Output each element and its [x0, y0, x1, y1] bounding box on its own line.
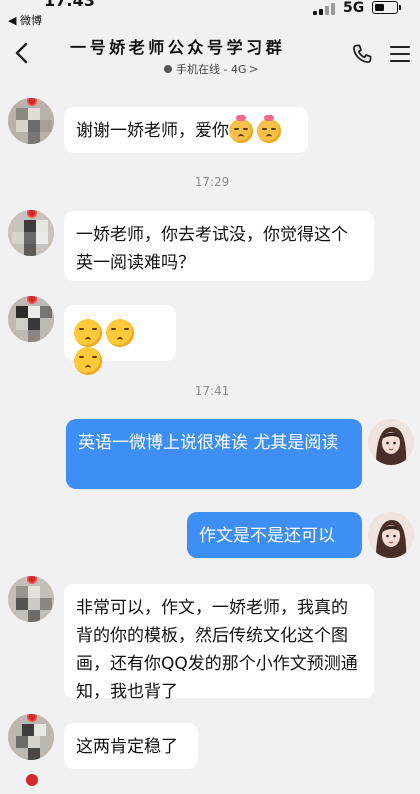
face-emoji-icon — [229, 115, 253, 143]
menu-button[interactable] — [388, 42, 412, 66]
menu-icon — [390, 46, 410, 49]
my-avatar[interactable] — [368, 512, 414, 558]
message-bubble-incoming[interactable]: 非常可以，作文，一娇老师，我真的背的你的模板，然后传统文化这个图画，还有你QQ发… — [64, 584, 374, 702]
face-emoji-icon — [257, 115, 281, 143]
message-text: 谢谢一娇老师，爱你 — [76, 121, 229, 141]
girl-portrait-icon — [368, 512, 414, 558]
timestamp: 17:29 — [194, 175, 230, 189]
contact-avatar[interactable] — [8, 576, 54, 622]
online-status: 手机在线 - 4G > — [164, 61, 259, 77]
battery-icon — [372, 1, 401, 14]
back-button[interactable] — [10, 38, 34, 68]
signal-icon — [313, 3, 337, 15]
online-status-text: 手机在线 - 4G — [176, 63, 247, 76]
message-text: 这两肯定稳了 — [76, 737, 178, 757]
contact-avatar[interactable] — [8, 714, 54, 760]
girl-portrait-icon — [368, 419, 414, 465]
message-bubble-outgoing[interactable]: 作文是不是还可以 — [187, 512, 362, 558]
status-bar: 17:43 ◀ 微博 5G — [0, 0, 420, 28]
face-emoji-icon — [74, 319, 102, 347]
flower-icon — [26, 774, 38, 786]
network-type: 5G — [343, 0, 365, 16]
contact-avatar[interactable] — [8, 98, 54, 144]
message-bubble-incoming[interactable] — [64, 305, 176, 375]
timestamp: 17:41 — [194, 384, 230, 398]
chat-screen: 17:43 ◀ 微博 5G 一 号 娇 老 师 公 众 号 学 习 群 手机在线… — [0, 0, 420, 794]
phone-icon — [352, 44, 372, 64]
battery-level — [375, 4, 384, 11]
message-bubble-incoming[interactable]: 这两肯定稳了 — [64, 723, 198, 769]
back-to-weibo-link[interactable]: ◀ 微博 — [8, 12, 42, 28]
message-bubble-incoming[interactable]: 一娇老师，你去考试没，你觉得这个英一阅读难吗？ — [64, 211, 374, 281]
back-chevron-icon — [15, 42, 28, 64]
message-text: 非常可以，作文，一娇老师，我真的背的你的模板，然后传统文化这个图画，还有你QQ发… — [76, 598, 358, 702]
chat-title-text: 一 号 娇 老 师 公 众 号 学 习 群 — [70, 38, 282, 56]
my-avatar[interactable] — [368, 419, 414, 465]
phone-call-button[interactable] — [350, 42, 374, 66]
face-emoji-icon — [74, 347, 102, 375]
message-text: 作文是不是还可以 — [199, 526, 335, 546]
contact-avatar[interactable] — [8, 210, 54, 256]
chat-header: 一 号 娇 老 师 公 众 号 学 习 群 手机在线 - 4G > — [0, 28, 420, 80]
chat-title[interactable]: 一 号 娇 老 师 公 众 号 学 习 群 — [70, 34, 324, 56]
chevron-right-icon: > — [248, 62, 259, 76]
online-dot-icon — [164, 65, 172, 73]
message-text: 英语一微博上说很难诶 尤其是阅读 — [78, 433, 339, 453]
message-text: 一娇老师，你去考试没，你觉得这个英一阅读难吗？ — [76, 225, 348, 273]
message-bubble-incoming[interactable]: 谢谢一娇老师，爱你 — [64, 107, 308, 153]
status-time: 17:43 — [44, 0, 95, 10]
contact-avatar[interactable] — [8, 296, 54, 342]
face-emoji-icon — [106, 319, 134, 347]
message-bubble-outgoing[interactable]: 英语一微博上说很难诶 尤其是阅读 — [66, 419, 362, 489]
